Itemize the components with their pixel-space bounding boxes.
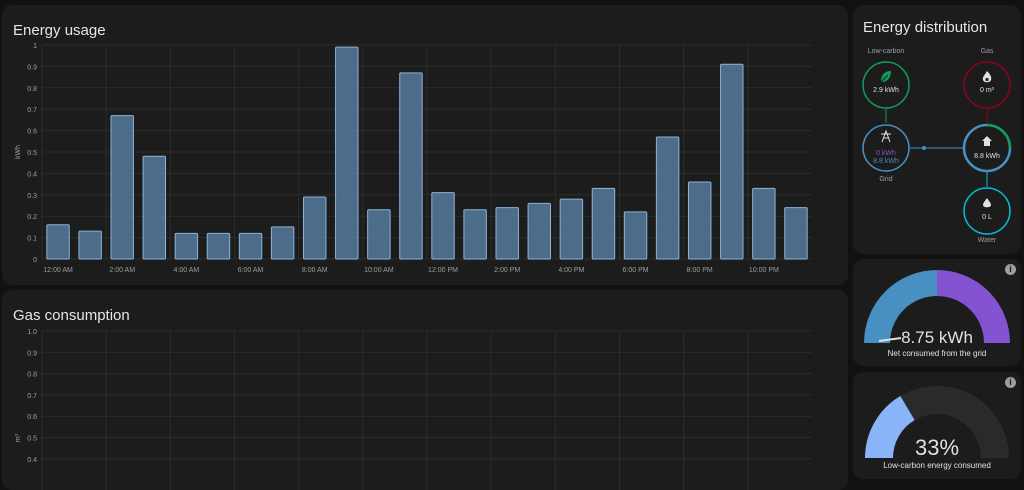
gas-consumption-chart[interactable]: 1.0 0.9 0.8 0.7 0.6 0.5 0.4 m³ <box>2 290 848 490</box>
water-label: Water <box>978 237 997 244</box>
energy-bar-16[interactable] <box>559 198 584 260</box>
leaf-icon <box>880 71 891 83</box>
x-tick-label: 12:00 PM <box>428 267 458 274</box>
y-axis-unit: m³ <box>15 433 22 442</box>
energy-bar-4[interactable] <box>174 232 199 260</box>
flow-dot <box>922 146 926 150</box>
energy-bar-14[interactable] <box>495 207 519 260</box>
y-axis-unit: kWh <box>15 145 22 159</box>
energy-bar-9[interactable] <box>335 46 359 260</box>
gas-node[interactable] <box>963 61 1011 109</box>
low-carbon-value: 2.9 kWh <box>873 87 899 94</box>
energy-bar-7[interactable] <box>270 226 295 260</box>
x-tick-label: 6:00 AM <box>238 267 264 274</box>
y-tick-label: 0.4 <box>27 171 37 178</box>
energy-bar-3[interactable] <box>142 155 167 260</box>
home-value: 8.8 kWh <box>974 153 1000 160</box>
x-tick-label: 10:00 AM <box>364 267 394 274</box>
energy-bar-23[interactable] <box>784 207 808 260</box>
y-tick-label: 0.4 <box>27 457 37 464</box>
grid-gauge-card: i 8.75 kWh Net consumed from the grid <box>853 259 1021 366</box>
y-tick-label: 0.9 <box>27 64 37 71</box>
low-carbon-gauge-value: 33% <box>915 435 959 460</box>
x-tick-label: 4:00 PM <box>558 267 584 274</box>
home-icon <box>982 136 992 146</box>
energy-usage-card: Energy usage 0 0.1 0.2 0.3 0.4 0.5 0.6 0.7 0.8 0.… <box>2 5 848 285</box>
grid-gauge: 8.75 kWh Net consumed from the grid <box>864 270 1010 358</box>
energy-bar-11[interactable] <box>399 72 423 260</box>
energy-bar-19[interactable] <box>655 136 680 260</box>
fire-icon <box>982 71 992 83</box>
y-tick-label: 0.8 <box>27 86 37 93</box>
y-tick-label: 0.7 <box>27 393 37 400</box>
energy-bar-8[interactable] <box>302 196 327 260</box>
x-tick-label: 4:00 AM <box>174 267 200 274</box>
grid-gauge-value: 8.75 kWh <box>901 328 973 347</box>
energy-bar-2[interactable] <box>110 115 134 260</box>
energy-bar-17[interactable] <box>591 187 616 260</box>
low-carbon-gauge: 33% Low-carbon energy consumed <box>865 386 1009 470</box>
low-carbon-gauge-card: i 33% Low-carbon energy consumed <box>853 372 1021 479</box>
energy-bar-12[interactable] <box>431 192 455 260</box>
gas-value: 0 m³ <box>980 87 995 94</box>
energy-distribution-card: Energy distribution Low-carbon 2.9 kWh G… <box>853 5 1021 254</box>
water-drop-icon <box>983 198 991 208</box>
x-tick-label: 6:00 PM <box>623 267 649 274</box>
distribution-diagram: Low-carbon 2.9 kWh Gas 0 m³ 0 kWh 8.8 kW… <box>862 48 1012 244</box>
energy-bar-13[interactable] <box>463 209 487 260</box>
y-tick-label: 0.2 <box>27 214 37 221</box>
grid-return-value: 0 kWh <box>876 150 896 157</box>
water-value: 0 L <box>982 214 992 221</box>
energy-bar-21[interactable] <box>720 63 744 260</box>
low-carbon-label: Low-carbon <box>868 48 905 55</box>
water-node[interactable] <box>963 187 1011 235</box>
y-tick-label: 0.9 <box>27 350 37 357</box>
x-tick-label: 8:00 PM <box>687 267 713 274</box>
x-tick-label: 10:00 PM <box>749 267 779 274</box>
y-tick-label: 0.1 <box>27 236 37 243</box>
gas-consumption-card: Gas consumption 1.0 0.9 0.8 0.7 0.6 0.5 0.4 m³ <box>2 290 848 490</box>
grid-gauge-label: Net consumed from the grid <box>888 349 987 358</box>
energy-bar-22[interactable] <box>752 187 776 260</box>
y-tick-label: 0.5 <box>27 150 37 157</box>
y-tick-label: 0.3 <box>27 193 37 200</box>
low-carbon-gauge-arc <box>865 396 916 459</box>
grid-label: Grid <box>879 176 892 183</box>
low-carbon-gauge-label: Low-carbon energy consumed <box>883 461 991 470</box>
y-tick-label: 0.8 <box>27 372 37 379</box>
energy-bar-18[interactable] <box>623 211 648 260</box>
y-tick-label: 0.6 <box>27 129 37 136</box>
home-node-low-carbon-arc <box>986 123 1012 149</box>
y-tick-label: 0.7 <box>27 107 37 114</box>
y-tick-label: 1.0 <box>27 329 37 336</box>
grid-consumed-value: 8.8 kWh <box>873 158 899 165</box>
x-tick-label: 2:00 AM <box>109 267 135 274</box>
y-tick-label: 0.5 <box>27 436 37 443</box>
energy-bar-0[interactable] <box>46 224 70 260</box>
y-tick-label: 0 <box>33 257 37 264</box>
gas-label: Gas <box>981 48 994 55</box>
low-carbon-node[interactable] <box>862 61 910 109</box>
energy-bar-20[interactable] <box>687 181 712 260</box>
energy-bar-5[interactable] <box>206 232 231 260</box>
energy-bar-15[interactable] <box>527 202 552 260</box>
energy-bar-6[interactable] <box>238 232 263 260</box>
energy-bar-1[interactable] <box>78 230 102 260</box>
y-tick-label: 0.6 <box>27 414 37 421</box>
energy-usage-chart[interactable]: 0 0.1 0.2 0.3 0.4 0.5 0.6 0.7 0.8 0.9 1 12:00 AM 2:0… <box>2 5 848 285</box>
energy-bar-10[interactable] <box>367 209 391 260</box>
x-tick-label: 2:00 PM <box>494 267 520 274</box>
x-tick-label: 8:00 AM <box>302 267 328 274</box>
transmission-tower-icon <box>881 129 891 143</box>
x-tick-label: 12:00 AM <box>43 267 73 274</box>
y-tick-label: 1 <box>33 43 37 50</box>
